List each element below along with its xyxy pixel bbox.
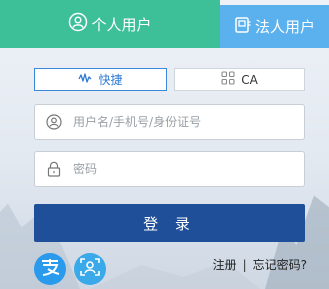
tab-personal-label: 个人用户: [91, 15, 152, 34]
password-input[interactable]: [73, 162, 288, 176]
mode-quick-label: 快捷: [98, 73, 123, 87]
mode-quick-button[interactable]: 快捷: [34, 68, 167, 91]
alipay-login-button[interactable]: [34, 253, 66, 285]
link-separator: |: [242, 257, 247, 272]
login-panel: 个人用户 法人用户 快捷 CA 用户名/手机号/身份证号 登 录 注册 | 忘记…: [0, 0, 329, 289]
tab-legal-user[interactable]: 法人用户: [220, 5, 329, 48]
tab-personal-user[interactable]: 个人用户: [0, 0, 220, 48]
mode-ca-label: CA: [241, 72, 258, 87]
alipay-icon: [39, 256, 61, 282]
username-input[interactable]: [73, 115, 288, 129]
person-circle-icon: [68, 12, 91, 36]
ca-certificate-icon: [221, 71, 241, 88]
lock-icon: [35, 161, 73, 177]
document-icon: [234, 16, 255, 38]
user-type-tabs: 个人用户 法人用户: [0, 0, 329, 48]
user-icon: [35, 114, 73, 130]
password-field: [34, 151, 305, 187]
username-field: [34, 104, 305, 140]
quick-wave-icon: [78, 72, 98, 87]
account-links: 注册 | 忘记密码?: [213, 256, 307, 273]
person-scan-icon: [79, 256, 101, 282]
tab-legal-label: 法人用户: [254, 18, 315, 36]
forgot-password-link[interactable]: 忘记密码?: [253, 256, 307, 273]
mode-ca-button[interactable]: CA: [174, 68, 305, 91]
login-button[interactable]: 登 录: [34, 204, 305, 242]
register-link[interactable]: 注册: [213, 256, 237, 273]
face-login-button[interactable]: [74, 253, 106, 285]
login-mode-selector: 快捷 CA: [34, 68, 305, 91]
